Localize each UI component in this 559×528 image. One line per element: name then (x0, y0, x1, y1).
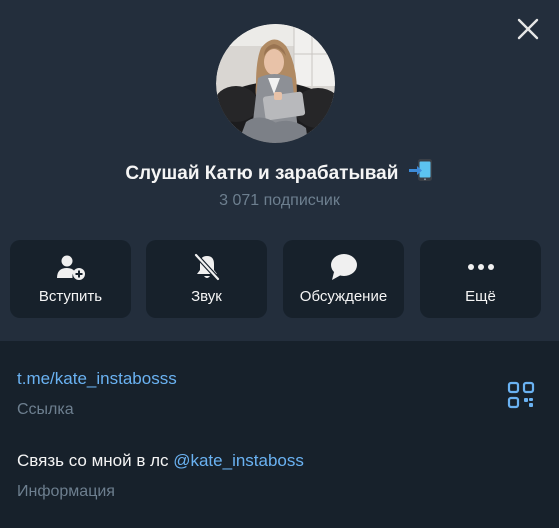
channel-description: Связь со мной в лс @kate_instaboss (17, 451, 304, 471)
description-text: Связь со мной в лс (17, 451, 174, 470)
qr-code-icon[interactable] (507, 381, 535, 409)
channel-info-panel: Слушай Катю и зарабатывай 3 071 подписчи… (0, 0, 559, 528)
channel-header: Слушай Катю и зарабатывай 3 071 подписчи… (0, 0, 559, 341)
link-caption: Ссылка (17, 401, 74, 418)
channel-title-text: Слушай Катю и зарабатывай (125, 163, 399, 184)
discussion-button[interactable]: Обсуждение (283, 240, 404, 318)
discussion-button-label: Обсуждение (299, 288, 388, 305)
join-button[interactable]: Вступить (10, 240, 131, 318)
close-icon[interactable] (513, 14, 543, 44)
more-button[interactable]: Ещё (420, 240, 541, 318)
add-user-icon (56, 255, 85, 280)
channel-title: Слушай Катю и зарабатывай (0, 158, 559, 185)
join-button-label: Вступить (38, 288, 103, 305)
more-dots-icon (467, 264, 494, 270)
action-bar: Вступить Звук Обсуждение Ещё (10, 240, 550, 318)
channel-avatar[interactable] (216, 24, 335, 143)
description-caption: Информация (17, 483, 115, 500)
channel-info-section: t.me/kate_instabosss Ссылка Связь со мно… (0, 341, 559, 528)
sound-button[interactable]: Звук (146, 240, 267, 318)
bell-muted-icon (193, 252, 220, 282)
more-button-label: Ещё (465, 288, 496, 305)
channel-link[interactable]: t.me/kate_instabosss (17, 369, 177, 389)
subscriber-count: 3 071 подписчик (219, 192, 340, 209)
sound-button-label: Звук (191, 288, 222, 305)
username-mention-link[interactable]: @kate_instaboss (173, 451, 304, 470)
mobile-phone-arrow-icon (408, 159, 432, 181)
chat-bubble-icon (330, 254, 357, 280)
